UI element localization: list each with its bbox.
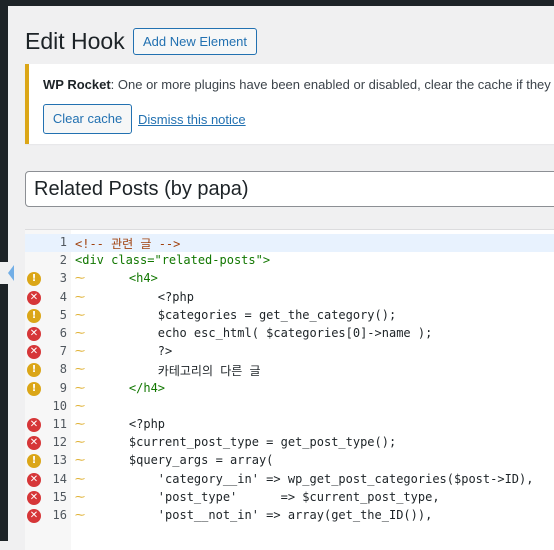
line-number: 15 — [52, 489, 67, 504]
line-number: 2 — [59, 253, 67, 268]
code-text: $categories = get_the_category(); — [100, 307, 397, 322]
code-line[interactable]: 1 <!-- 관련 글 --> — [25, 234, 554, 253]
add-new-element-button[interactable]: Add New Element — [133, 28, 257, 55]
code-line[interactable]: ✕ 7 ⁓ ?> — [25, 343, 554, 361]
code-line[interactable]: ✕ 12 ⁓ $current_post_type = get_post_type(… — [25, 434, 554, 452]
warning-icon[interactable]: ! — [27, 272, 41, 287]
line-number: 1 — [59, 235, 67, 249]
lint-squiggle-icon: ⁓ — [75, 364, 85, 376]
code-line[interactable]: ! 3 ⁓ <h4> — [25, 270, 554, 288]
lint-squiggle-icon: ⁓ — [75, 382, 85, 394]
code-text: echo esc_html( $categories[0]->name ); — [100, 326, 433, 340]
code-line[interactable]: ✕ 14 ⁓ 'category__in' => wp_get_post_categ… — [25, 471, 554, 489]
notice-message: : One or more plugins have been enabled … — [110, 77, 554, 92]
lint-squiggle-icon: ⁓ — [75, 473, 85, 485]
warning-icon[interactable]: ! — [27, 308, 41, 323]
error-icon[interactable]: ✕ — [27, 290, 41, 305]
notice-plugin-name: WP Rocket — [43, 77, 111, 92]
error-icon[interactable]: ✕ — [27, 327, 41, 341]
code-editor[interactable]: 1 <!-- 관련 글 --> 2 <div class="related-posts… — [25, 229, 554, 550]
code-text: ?> — [100, 344, 173, 359]
code-text: 'post_type' => $current_post_type, — [100, 489, 440, 504]
notice-text: WP Rocket: One or more plugins have been… — [43, 77, 554, 92]
lint-squiggle-icon: ⁓ — [75, 328, 85, 339]
lint-squiggle-icon: ⁓ — [75, 346, 85, 358]
code-line[interactable]: ✕ 15 ⁓ 'post_type' => $current_post_type, — [25, 489, 554, 507]
warning-icon[interactable]: ! — [27, 454, 41, 469]
lint-squiggle-icon: ⁓ — [75, 291, 85, 303]
wp-rocket-notice: WP Rocket: One or more plugins have been… — [25, 64, 554, 144]
lint-squiggle-icon: ⁓ — [75, 491, 85, 503]
lint-squiggle-icon: ⁓ — [75, 437, 85, 449]
lint-squiggle-icon: ⁓ — [75, 273, 85, 285]
code-text: </h4> — [100, 380, 166, 395]
line-number: 5 — [59, 307, 67, 322]
code-line[interactable]: ✕ 16 ⁓ 'post__not_in' => array(get_the_ID(… — [25, 507, 554, 525]
line-number: 3 — [59, 271, 67, 286]
error-icon[interactable]: ✕ — [27, 418, 41, 432]
line-number: 12 — [52, 435, 67, 450]
lint-squiggle-icon: ⁓ — [75, 510, 85, 521]
lint-squiggle-icon: ⁓ — [75, 455, 85, 467]
code-line[interactable]: ✕ 4 ⁓ <?php — [25, 289, 554, 307]
code-line[interactable]: 2 <div class="related-posts"> — [25, 252, 554, 270]
code-line[interactable]: ✕ 6 ⁓ echo esc_html( $categories[0]->name … — [25, 325, 554, 343]
lint-squiggle-icon: ⁓ — [75, 309, 85, 321]
code-text: <?php — [100, 289, 194, 304]
line-number: 6 — [59, 326, 67, 340]
line-number: 9 — [59, 380, 67, 395]
line-number: 10 — [52, 398, 67, 413]
code-line[interactable]: ! 13 ⁓ $query_args = array( — [25, 452, 554, 470]
admin-bar — [8, 0, 554, 6]
page-title: Edit Hook — [25, 28, 125, 54]
code-text: $query_args = array( — [100, 453, 274, 468]
code-text: $current_post_type = get_post_type(); — [100, 435, 397, 450]
line-number: 4 — [59, 289, 67, 304]
error-icon[interactable]: ✕ — [27, 472, 41, 487]
code-text: <?php — [100, 417, 166, 431]
line-number: 8 — [59, 362, 67, 377]
error-icon[interactable]: ✕ — [27, 436, 41, 451]
line-number: 16 — [52, 508, 67, 522]
lint-squiggle-icon: ⁓ — [75, 400, 85, 412]
line-number: 7 — [59, 344, 67, 359]
warning-icon[interactable]: ! — [27, 363, 41, 378]
error-icon[interactable]: ✕ — [27, 345, 41, 360]
code-text: <h4> — [100, 271, 158, 286]
code-text: 'category__in' => wp_get_post_categories… — [100, 471, 534, 486]
code-line[interactable]: ! 5 ⁓ $categories = get_the_category(); — [25, 307, 554, 325]
code-line[interactable]: 10 ⁓ — [25, 398, 554, 416]
code-text: <div class="related-posts"> — [75, 253, 271, 268]
line-number: 14 — [52, 471, 67, 486]
lint-squiggle-icon: ⁓ — [75, 419, 85, 430]
line-number: 13 — [52, 453, 67, 468]
code-line[interactable]: ! 8 ⁓ 카테고리의 다른 글 — [25, 361, 554, 379]
post-title-input[interactable] — [25, 171, 554, 207]
code-text: <!-- 관련 글 --> — [75, 237, 181, 251]
error-icon[interactable]: ✕ — [27, 509, 41, 523]
code-text: 카테고리의 다른 글 — [100, 364, 261, 379]
sidebar-current-item[interactable] — [0, 262, 8, 284]
code-text: 'post__not_in' => array(get_the_ID()), — [100, 508, 433, 522]
clear-cache-button[interactable]: Clear cache — [43, 104, 132, 134]
code-line[interactable]: ✕ 11 ⁓ <?php — [25, 416, 554, 434]
line-number: 11 — [52, 417, 67, 431]
warning-icon[interactable]: ! — [27, 381, 41, 396]
sidebar-arrow-icon — [8, 265, 14, 281]
dismiss-notice-link[interactable]: Dismiss this notice — [138, 112, 246, 127]
error-icon[interactable]: ✕ — [27, 490, 41, 505]
code-line[interactable]: ! 9 ⁓ </h4> — [25, 380, 554, 398]
